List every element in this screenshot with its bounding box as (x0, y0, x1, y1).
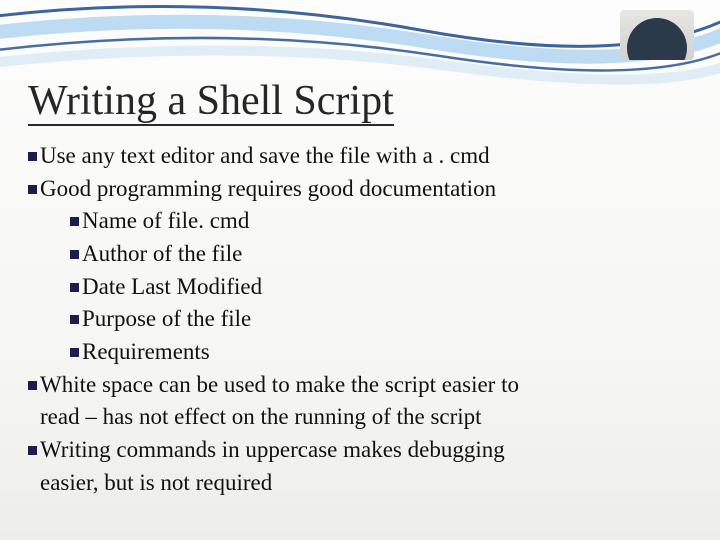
bullet-text: Name of file. cmd (82, 205, 690, 238)
bullet-item: Date Last Modified (70, 271, 690, 304)
square-bullet-icon (28, 381, 37, 390)
bullet-item: Author of the file (70, 238, 690, 271)
bullet-text: Writing commands in uppercase makes debu… (40, 434, 690, 467)
bullet-item: Good programming requires good documenta… (28, 173, 690, 206)
square-bullet-icon (70, 315, 79, 324)
slide-title: Writing a Shell Script (28, 78, 394, 126)
bullet-item: Purpose of the file (70, 303, 690, 336)
bullet-item: Name of file. cmd (70, 205, 690, 238)
square-bullet-icon (28, 446, 37, 455)
corner-logo (620, 10, 694, 60)
bullet-text: Purpose of the file (82, 303, 690, 336)
bullet-text: White space can be used to make the scri… (40, 369, 690, 402)
square-bullet-icon (28, 185, 37, 194)
slide-body: Use any text editor and save the file wi… (28, 140, 690, 499)
bullet-text: Use any text editor and save the file wi… (40, 140, 690, 173)
square-bullet-icon (28, 152, 37, 161)
bullet-text: Date Last Modified (82, 271, 690, 304)
bullet-item: White space can be used to make the scri… (28, 369, 690, 402)
bullet-item: Use any text editor and save the file wi… (28, 140, 690, 173)
bullet-text: Good programming requires good documenta… (40, 173, 690, 206)
bullet-text: Author of the file (82, 238, 690, 271)
logo-arc-icon (627, 18, 687, 60)
bullet-continuation: read – has not effect on the running of … (40, 401, 690, 434)
bullet-item: Writing commands in uppercase makes debu… (28, 434, 690, 467)
bullet-item: Requirements (70, 336, 690, 369)
square-bullet-icon (70, 348, 79, 357)
square-bullet-icon (70, 283, 79, 292)
bullet-text: Requirements (82, 336, 690, 369)
bullet-continuation: easier, but is not required (40, 467, 690, 500)
square-bullet-icon (70, 217, 79, 226)
square-bullet-icon (70, 250, 79, 259)
